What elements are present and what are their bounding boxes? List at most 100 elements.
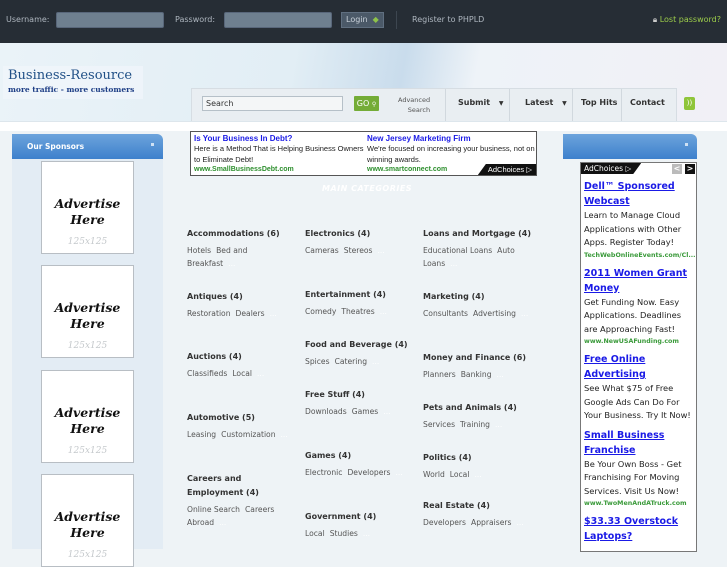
category-link[interactable]: Real Estate (4) [423,499,535,513]
subcategory-link[interactable]: Developers [423,518,466,527]
subcategory-link[interactable]: Theatres [341,307,374,316]
advertise-here-box[interactable]: Advertise Here 125x125 [41,161,134,254]
subcategory-link[interactable]: Training [460,420,490,429]
category-link[interactable]: Pets and Animals (4) [423,401,535,415]
subcategory-link[interactable]: Games [352,407,379,416]
subcategory-link[interactable]: Leasing [187,430,216,439]
subcategory-link[interactable]: Local [232,369,252,378]
subcategory-link[interactable]: Appraisers [471,518,511,527]
lost-password-link[interactable]: 🔒︎ Lost password? [653,15,721,25]
category-link[interactable]: Free Stuff (4) [305,388,417,402]
more-link[interactable]: ... [521,309,528,318]
ad-url[interactable]: www.SmallBusinessDebt.com [194,165,366,174]
category-link[interactable]: Money and Finance (6) [423,351,535,365]
category-link[interactable]: Loans and Mortgage (4) [423,227,535,241]
more-link[interactable]: ... [257,369,264,378]
subcategory-link[interactable]: Customization [221,430,275,439]
advertise-here-box[interactable]: Advertise Here 125x125 [41,265,134,358]
more-link[interactable]: ... [219,518,226,527]
subcategory-link[interactable]: Electronic [305,468,342,477]
more-link[interactable]: ... [450,259,457,268]
register-link[interactable]: Register to PHPLD [412,15,484,24]
more-link[interactable]: ... [474,470,481,479]
category-link[interactable]: Careers and Employment (4) [187,472,299,500]
category-link[interactable]: Accommodations (6) [187,227,299,241]
subcategory-link[interactable]: Educational Loans [423,246,492,255]
subcategory-link[interactable]: Online Search [187,505,240,514]
subcategory-link[interactable]: Local [450,470,470,479]
subcategory-link[interactable]: Spices [305,357,330,366]
subcategory-link[interactable]: Studies [330,529,358,538]
ad-title[interactable]: Small Business Franchise [584,428,696,458]
subcategory-link[interactable]: Catering [335,357,367,366]
ad-url[interactable]: TechWebOnlineEvents.com/Cl... [584,250,696,261]
text-ad[interactable]: Dell™ Sponsored Webcast Learn to Manage C… [584,179,696,261]
password-input[interactable] [224,12,332,28]
go-button[interactable]: GO ⚲ [354,96,379,111]
subcategory-link[interactable]: Classifieds [187,369,227,378]
more-link[interactable]: ... [377,246,384,255]
subcategory-link[interactable]: World [423,470,445,479]
login-button[interactable]: Login ◆ [341,12,384,28]
ad-title[interactable]: New Jersey Marketing Firm [367,133,536,144]
category-link[interactable]: Government (4) [305,510,417,524]
ad-title[interactable]: Dell™ Sponsored Webcast [584,179,696,209]
category-link[interactable]: Automotive (5) [187,411,299,425]
subcategory-link[interactable]: Comedy [305,307,336,316]
nav-submit[interactable]: Submit ▼ [458,98,504,107]
more-link[interactable]: ... [363,529,370,538]
subcategory-link[interactable]: Services [423,420,455,429]
nav-top-hits[interactable]: Top Hits [581,98,617,107]
subcategory-link[interactable]: Downloads [305,407,347,416]
text-ad[interactable]: $33.33 Overstock Laptops? [584,514,696,544]
category-link[interactable]: Games (4) [305,449,417,463]
category-link[interactable]: Marketing (4) [423,290,535,304]
more-link[interactable]: ... [281,430,288,439]
nav-contact[interactable]: Contact [630,98,665,107]
more-link[interactable]: ... [497,370,504,379]
more-link[interactable]: ... [495,420,502,429]
category-link[interactable]: Auctions (4) [187,350,299,364]
subcategory-link[interactable]: Local [305,529,325,538]
adchoices-badge[interactable]: AdChoices ▷ [477,164,536,175]
more-link[interactable]: ... [380,307,387,316]
subcategory-link[interactable]: Developers [347,468,390,477]
subcategory-link[interactable]: Consultants [423,309,468,318]
advanced-search-link[interactable]: Advanced Search [398,95,430,115]
more-link[interactable]: ... [270,309,277,318]
search-input[interactable]: Search [202,96,343,111]
category-link[interactable]: Food and Beverage (4) [305,338,417,352]
subcategory-link[interactable]: Hotels [187,246,211,255]
more-link[interactable]: ... [395,468,402,477]
ad-title[interactable]: Is Your Business In Debt? [194,133,366,144]
category-link[interactable]: Electronics (4) [305,227,417,241]
ad-title[interactable]: Free Online Advertising [584,352,696,382]
ad-url[interactable]: www.TwoMenAndATruck.com [584,498,696,509]
more-link[interactable]: ... [383,407,390,416]
ad-url[interactable]: www.NewUSAFunding.com [584,336,696,347]
subcategory-link[interactable]: Dealers [236,309,265,318]
top-ad[interactable]: Is Your Business In Debt? Here is a Metho… [194,133,366,174]
category-link[interactable]: Politics (4) [423,451,535,465]
adchoices-badge[interactable]: AdChoices ▷ [581,163,641,174]
subcategory-link[interactable]: Advertising [473,309,516,318]
text-ad[interactable]: Free Online Advertising See What $75 of F… [584,352,696,423]
subcategory-link[interactable]: Stereos [344,246,373,255]
username-input[interactable] [56,12,164,28]
ad-title[interactable]: $33.33 Overstock Laptops? [584,514,696,544]
advertise-here-box[interactable]: Advertise Here 125x125 [41,370,134,463]
site-logo[interactable]: Business-Resource more traffic - more cu… [3,66,143,99]
nav-latest[interactable]: Latest ▼ [525,98,567,107]
subcategory-link[interactable]: Banking [461,370,492,379]
more-link[interactable]: ... [516,518,523,527]
text-ad[interactable]: 2011 Women Grant Money Get Funding Now. E… [584,266,696,348]
category-link[interactable]: Entertainment (4) [305,288,417,302]
advertise-here-box[interactable]: Advertise Here 125x125 [41,474,134,567]
more-link[interactable]: ... [228,259,235,268]
more-link[interactable]: ... [372,357,379,366]
ad-title[interactable]: 2011 Women Grant Money [584,266,696,296]
category-link[interactable]: Antiques (4) [187,290,299,304]
text-ad[interactable]: Small Business Franchise Be Your Own Boss… [584,428,696,510]
subcategory-link[interactable]: Planners [423,370,456,379]
subcategory-link[interactable]: Restoration [187,309,231,318]
